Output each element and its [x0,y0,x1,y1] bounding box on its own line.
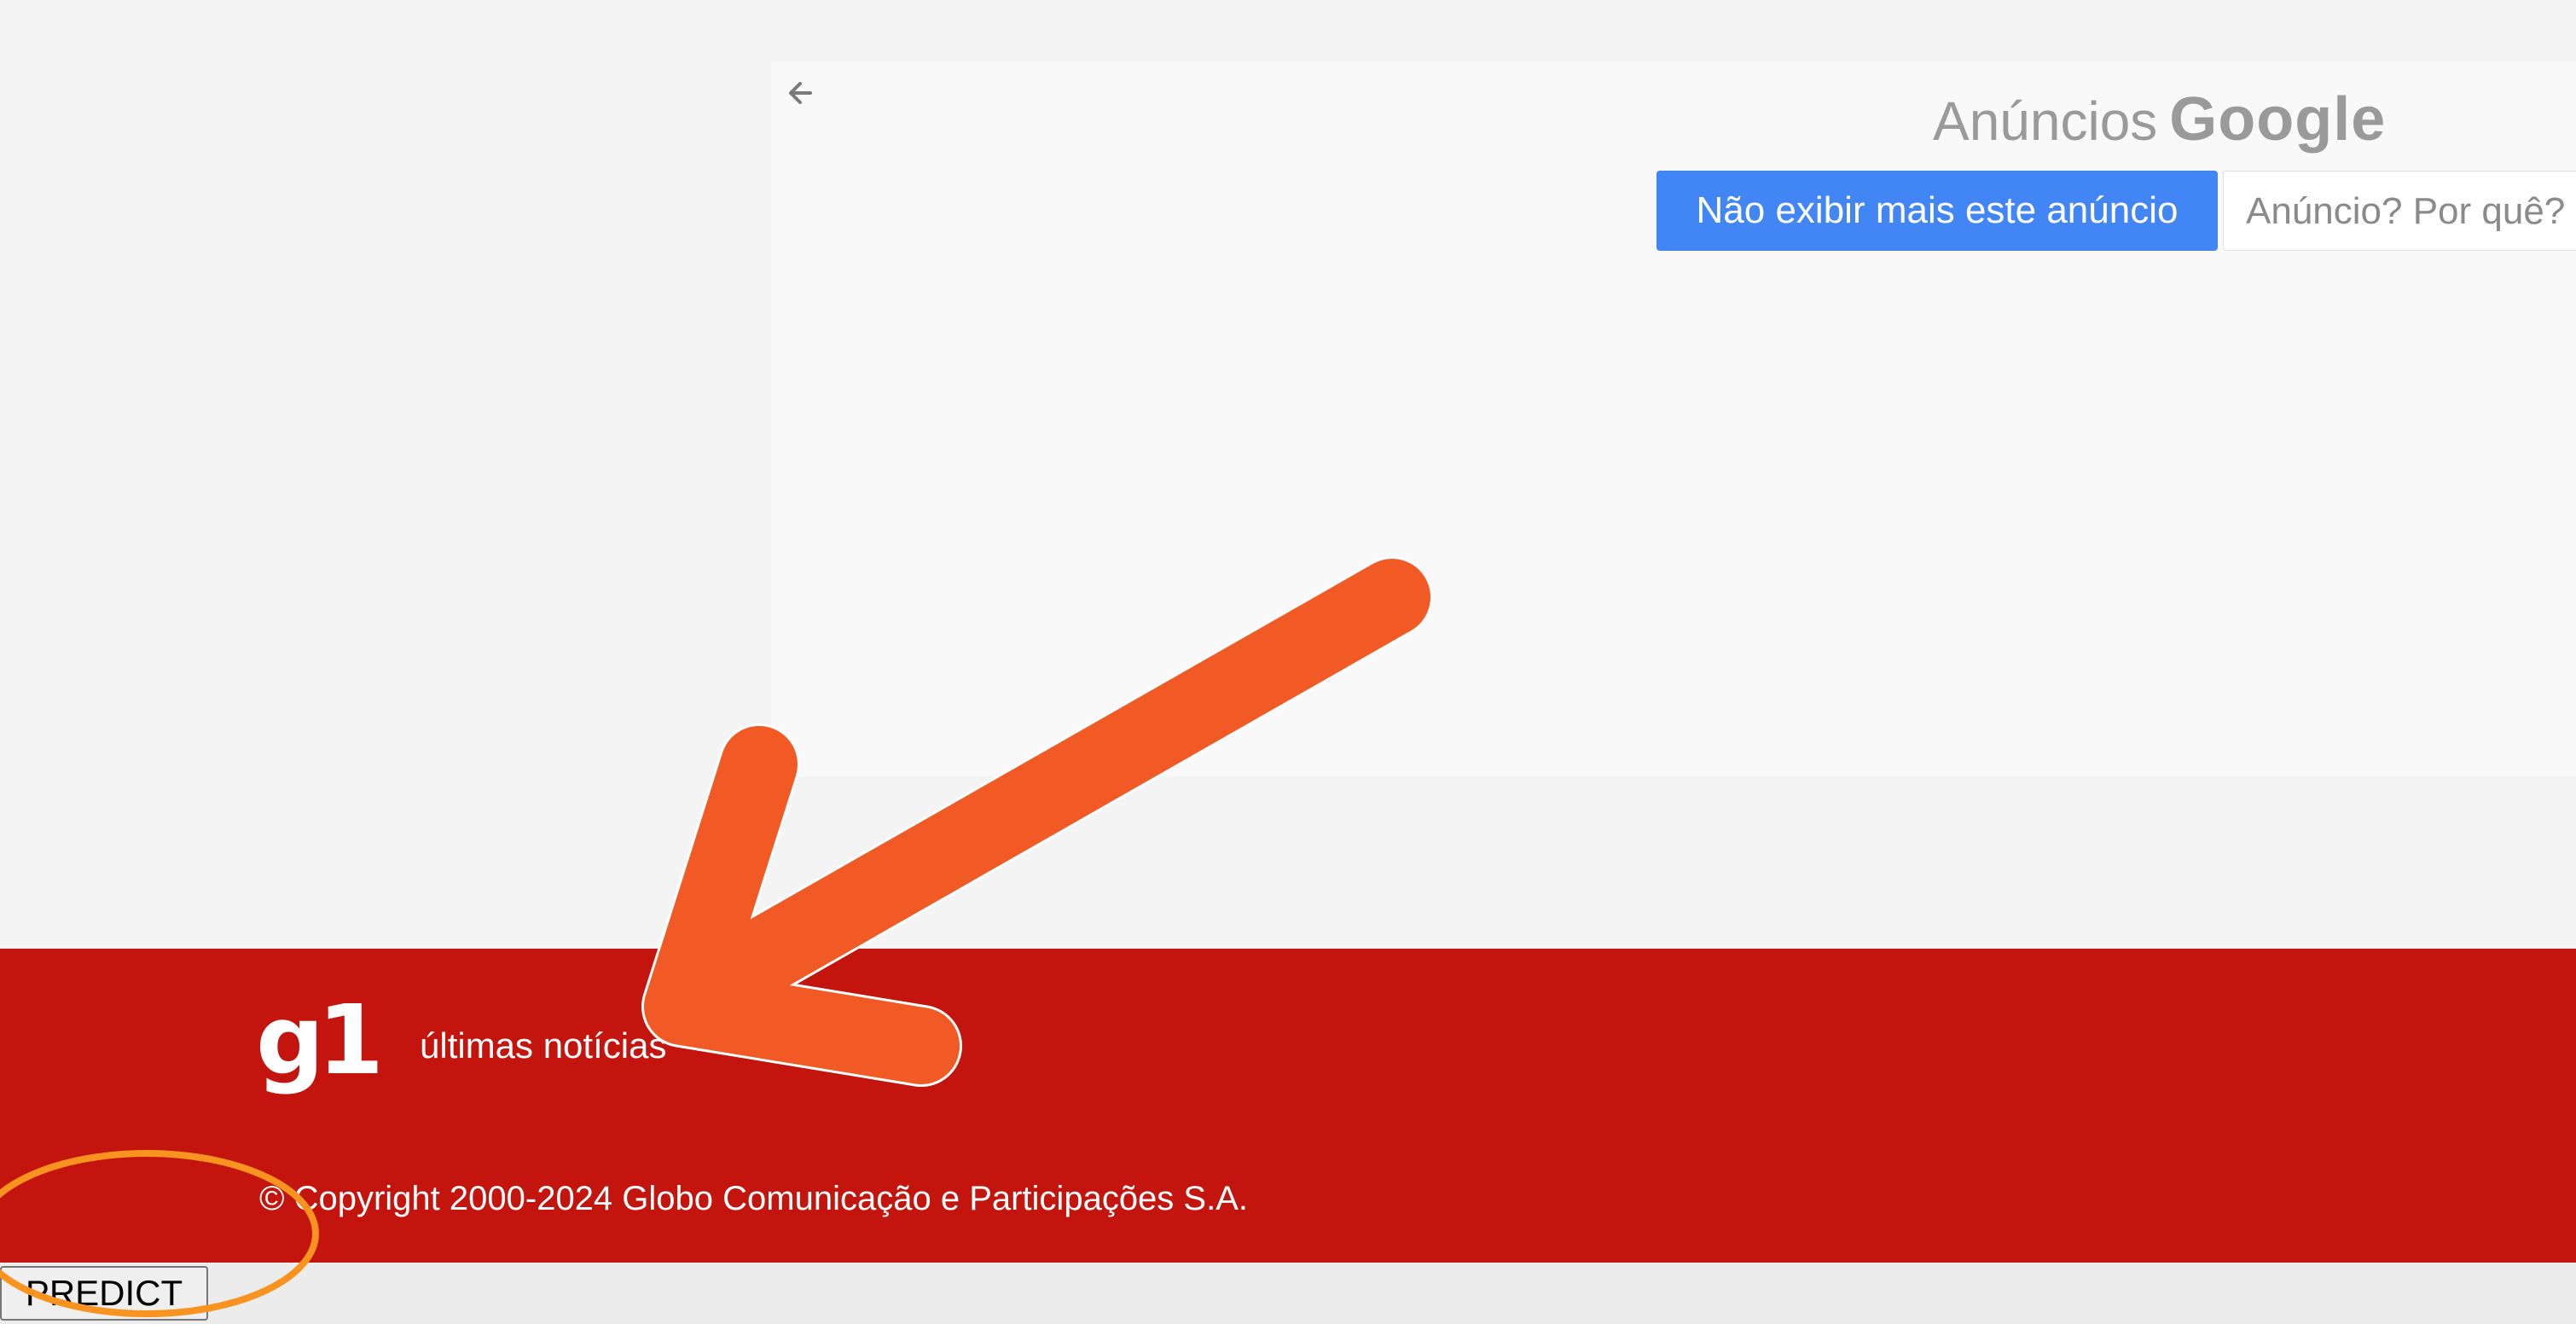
why-this-ad-button[interactable]: Anúncio? Por quê? [2223,171,2576,251]
predict-button[interactable]: PREDICT [0,1266,208,1321]
page: Anúncios Google Não exibir mais este anún… [0,0,2576,1324]
google-logo: Google [2169,85,2387,154]
arrow-left-icon[interactable] [780,72,822,114]
g1-logo[interactable]: g1 [256,990,384,1092]
hide-ad-button[interactable]: Não exibir mais este anúncio [1656,171,2218,251]
copyright-text: © Copyright 2000-2024 Globo Comunicação … [259,1180,1249,1217]
latest-news-link[interactable]: últimas notícias [420,1020,666,1071]
ad-brand-label: Anúncios Google [1933,78,2386,160]
ad-brand-prefix: Anúncios [1933,90,2158,152]
ad-panel: Anúncios Google Não exibir mais este anún… [771,61,2576,776]
bottom-bar [0,1263,2576,1324]
site-footer: g1 últimas notícias © Copyright 2000-202… [0,949,2576,1263]
